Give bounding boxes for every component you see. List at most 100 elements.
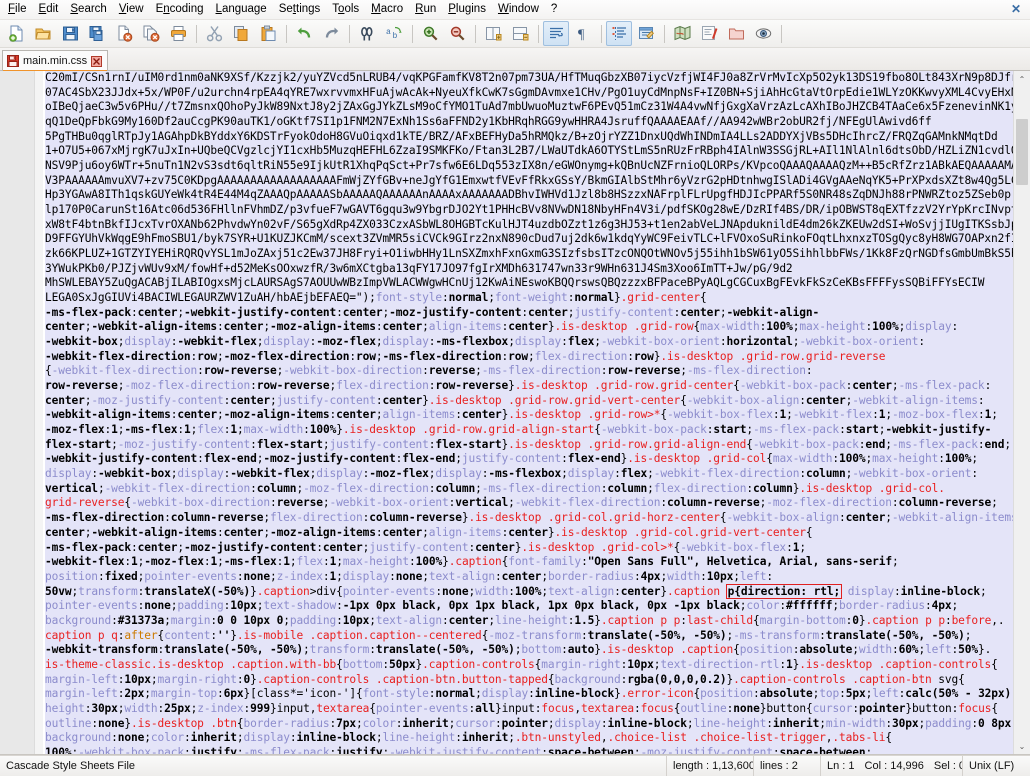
show-all-chars-icon[interactable]: ¶ — [570, 21, 596, 46]
code-token: .is-desktop .grid-col.grid-vert-center — [554, 525, 807, 539]
status-bar: Cascade Style Sheets File length : 1,13,… — [0, 755, 1030, 776]
find-icon[interactable] — [354, 21, 380, 46]
fold-margin[interactable] — [35, 71, 43, 754]
vertical-scrollbar[interactable]: ⌃ ⌄ — [1013, 71, 1030, 754]
new-file-icon[interactable] — [3, 21, 29, 46]
code-token: center — [45, 320, 85, 334]
undo-icon[interactable] — [291, 21, 317, 46]
open-file-icon[interactable] — [30, 21, 56, 46]
code-token: { — [806, 701, 813, 715]
code-token: qQ1DeQpFbkG9My160Df2auCcgPK90auTK1/oGKtf… — [45, 115, 932, 129]
save-icon[interactable] — [57, 21, 83, 46]
status-col: Col : 14,996 — [864, 760, 924, 772]
code-token: : — [197, 364, 204, 378]
code-token: ; — [832, 599, 839, 613]
code-token: translate(-50%, -50%) — [164, 643, 304, 657]
zoom-in-icon[interactable] — [417, 21, 443, 46]
code-token: -webkit-flex-direction — [45, 349, 191, 363]
code-token: flex-direction — [653, 481, 747, 495]
code-token: display — [124, 335, 171, 349]
code-token: -webkit-align-items — [91, 525, 218, 539]
menu-item-settings[interactable]: Settings — [273, 1, 327, 19]
folder-workspace-icon[interactable] — [723, 21, 749, 46]
code-token: 1+O7U5+067xMjrgK7uJxIn+UQbeQCVgzlcjYI1cx… — [45, 144, 1013, 158]
code-token: display — [316, 467, 363, 481]
menu-item-[interactable]: ? — [545, 1, 563, 19]
code-text[interactable]: C20mI/CSn1rnI/uIM0rd1nm0aNK9XSf/Kzzjk2/y… — [45, 71, 1013, 754]
monitoring-icon[interactable] — [750, 21, 776, 46]
find-highlight: p{direction: rtl; — [725, 583, 843, 599]
code-token: : — [455, 408, 462, 422]
sync-horizontal-icon[interactable] — [507, 21, 533, 46]
scrollbar-thumb[interactable] — [1016, 119, 1028, 185]
tab-main-min-css[interactable]: main.min.css — [2, 50, 109, 72]
code-token: outline — [680, 701, 727, 715]
code-line: -ms-flex-pack:center;-webkit-justify-con… — [45, 305, 1013, 321]
code-token: flex-end — [567, 452, 621, 466]
code-token: input — [276, 701, 310, 715]
menu-item-plugins[interactable]: Plugins — [442, 1, 492, 19]
code-token: MhSWLEBAY5ZuQgACABjILABIOgxsMjcLAURSAgS7… — [45, 276, 985, 290]
code-token: 2px — [124, 687, 145, 701]
copy-icon[interactable] — [228, 21, 254, 46]
code-token: row — [355, 349, 376, 363]
code-token: : — [938, 452, 945, 466]
scroll-up-arrow[interactable]: ⌃ — [1014, 71, 1030, 87]
scroll-down-arrow[interactable]: ⌄ — [1014, 738, 1030, 754]
menu-item-encoding[interactable]: Encoding — [150, 1, 210, 19]
code-token: ; — [508, 496, 515, 510]
menu-item-search[interactable]: Search — [64, 1, 112, 19]
user-defined-dialog-icon[interactable] — [633, 21, 659, 46]
editor-area[interactable]: C20mI/CSn1rnI/uIM0rd1nm0aNK9XSf/Kzzjk2/y… — [0, 71, 1030, 755]
code-token: .is-desktop .grid-col. — [799, 481, 945, 495]
code-token: : — [322, 555, 330, 569]
cut-icon[interactable] — [201, 21, 227, 46]
code-token: .is-mobile .caption.caption--centered — [236, 628, 482, 642]
code-token: : — [799, 393, 806, 407]
paste-icon[interactable] — [255, 21, 281, 46]
indent-guide-icon[interactable] — [606, 21, 632, 46]
window-close-button[interactable]: ✕ — [1008, 1, 1024, 17]
print-icon[interactable] — [165, 21, 191, 46]
replace-icon[interactable]: ab — [381, 21, 407, 46]
code-token: translateX(-50%) — [144, 584, 251, 598]
code-token: -ms-flex-direction — [481, 364, 601, 378]
document-map-icon[interactable] — [669, 21, 695, 46]
close-file-icon[interactable] — [111, 21, 137, 46]
code-token: 7px — [336, 716, 357, 730]
menu-item-edit[interactable]: Edit — [33, 1, 65, 19]
code-token: "Open Sans Full", Helvetica, Arial, sans… — [587, 555, 892, 569]
word-wrap-icon[interactable] — [543, 21, 569, 46]
sync-vertical-icon[interactable] — [480, 21, 506, 46]
code-line: outline:none}.is-desktop .btn{border-rad… — [45, 716, 1013, 732]
redo-icon[interactable] — [318, 21, 344, 46]
function-list-icon[interactable] — [696, 21, 722, 46]
menu-item-view[interactable]: View — [113, 1, 150, 19]
menu-item-language[interactable]: Language — [210, 1, 273, 19]
status-line: Ln : 1 — [827, 760, 855, 772]
code-token: none — [395, 569, 423, 583]
menu-item-window[interactable]: Window — [492, 1, 545, 19]
close-all-icon[interactable] — [138, 21, 164, 46]
code-token: : — [250, 379, 257, 393]
save-all-icon[interactable] — [84, 21, 110, 46]
bookmark-margin[interactable] — [0, 71, 35, 754]
code-token: 1 — [183, 423, 191, 437]
status-eol[interactable]: Unix (LF) — [963, 756, 1030, 776]
zoom-out-icon[interactable] — [444, 21, 470, 46]
code-token: : — [508, 584, 515, 598]
menu-item-macro[interactable]: Macro — [365, 1, 409, 19]
menu-item-tools[interactable]: Tools — [326, 1, 365, 19]
code-token: button — [911, 701, 952, 715]
tab-close-icon[interactable] — [91, 55, 103, 67]
code-token: center — [528, 305, 568, 319]
code-token: normal — [435, 687, 476, 701]
code-token: : — [236, 569, 244, 583]
menu-item-file[interactable]: File — [2, 1, 33, 19]
menu-item-run[interactable]: Run — [409, 1, 442, 19]
code-token: text-align — [547, 584, 615, 598]
code-token: : — [819, 628, 826, 642]
code-token: -moz-justify-content — [117, 437, 251, 451]
code-line: 3YWukPKb0/PJZjvWUv9xM/fowHf+d52MeKsOOxwz… — [45, 261, 1013, 277]
code-view[interactable]: C20mI/CSn1rnI/uIM0rd1nm0aNK9XSf/Kzzjk2/y… — [43, 71, 1013, 754]
